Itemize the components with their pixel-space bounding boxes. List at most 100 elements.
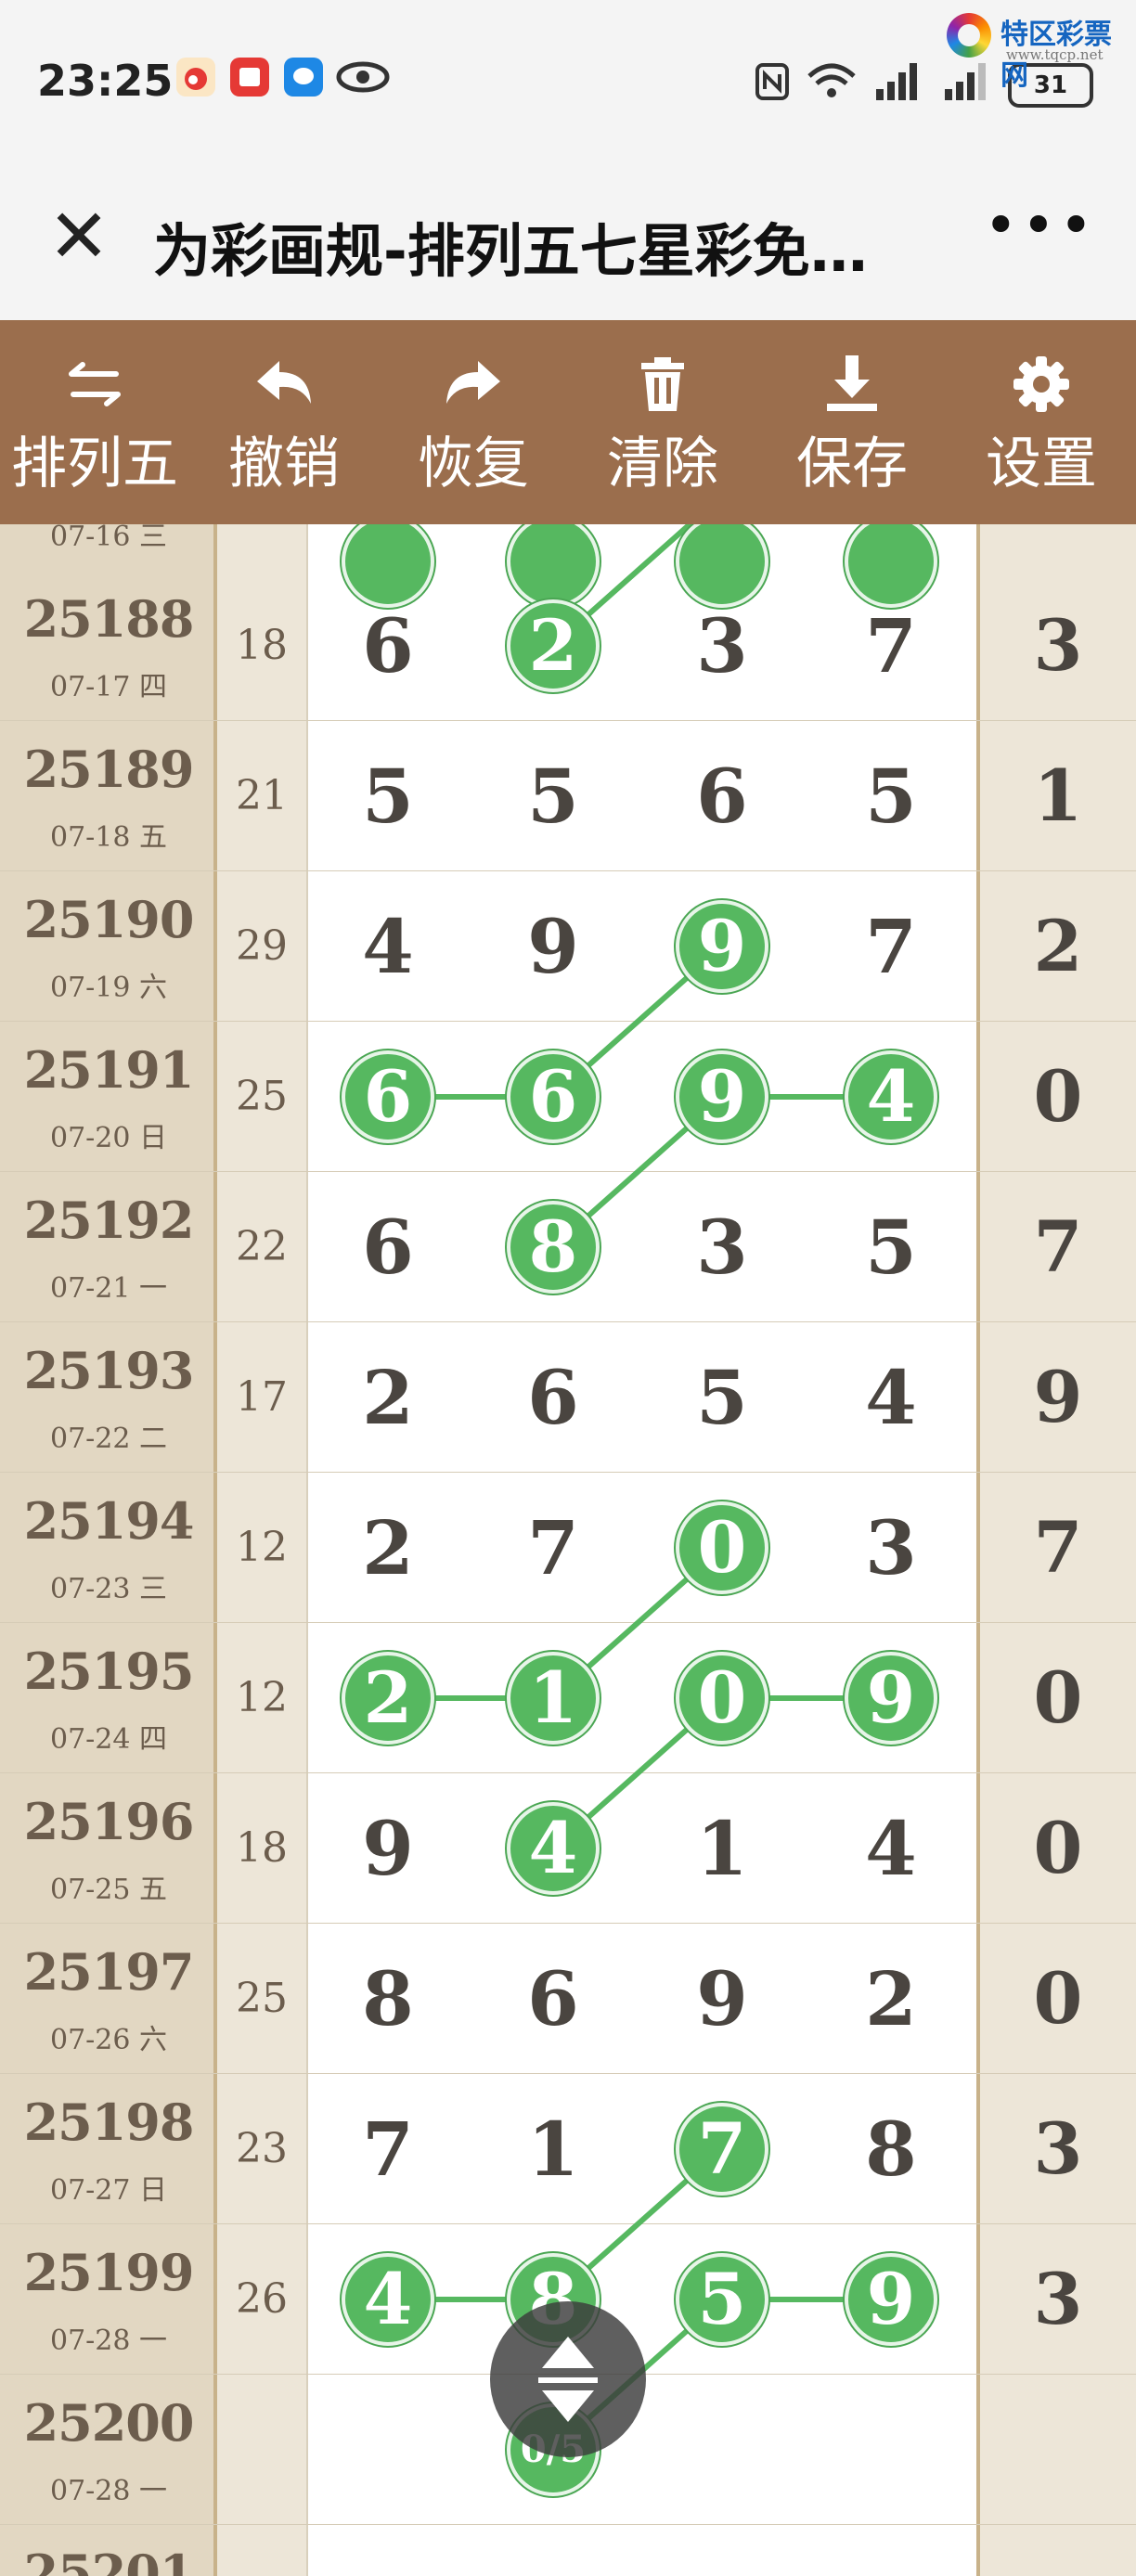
digit-cell[interactable]: 8: [845, 2103, 937, 2196]
gear-icon: [1013, 356, 1069, 412]
digit-cell[interactable]: 9: [507, 900, 600, 993]
issue-cell: 25201: [0, 2525, 217, 2576]
issue-number: 25199: [23, 2243, 195, 2302]
sum-cell: 12: [217, 1473, 308, 1623]
digit-cell[interactable]: 1: [676, 1802, 768, 1895]
toolbar-clear-label: 清除: [607, 431, 718, 496]
issue-number: 25197: [23, 1942, 195, 2002]
marked-ball[interactable]: 4: [342, 2253, 434, 2346]
last-digit-cell: 2: [976, 871, 1136, 1022]
issue-number: 25201: [23, 2544, 195, 2576]
draw-date: 07-22 二: [49, 1423, 168, 1455]
digit-cell[interactable]: 5: [507, 750, 600, 843]
scroll-toggle-button[interactable]: [490, 2301, 646, 2457]
marked-ball[interactable]: 2: [507, 599, 600, 692]
digit-cell[interactable]: 2: [845, 1952, 937, 2045]
digit-cell[interactable]: 7: [342, 2103, 434, 2196]
digit-cell[interactable]: 7: [845, 599, 937, 692]
issue-cell: 25199 07-28 一: [0, 2224, 217, 2375]
digit-cell[interactable]: 9: [342, 1802, 434, 1895]
marked-ball[interactable]: 8: [507, 1201, 600, 1294]
digit-cell[interactable]: 3: [845, 1501, 937, 1594]
digit-cell[interactable]: 6: [507, 1952, 600, 2045]
issue-cell: 25191 07-20 日: [0, 1022, 217, 1172]
issue-cell: 25192 07-21 一: [0, 1172, 217, 1322]
marked-ball[interactable]: 4: [507, 1802, 600, 1895]
watermark: 特区彩票网 www.tqcp.net: [947, 7, 1132, 92]
digit-cell[interactable]: 4: [845, 1802, 937, 1895]
marked-ball[interactable]: 0: [676, 1501, 768, 1594]
sum-cell: 22: [217, 1172, 308, 1322]
digit-cell[interactable]: 5: [845, 1201, 937, 1294]
digit-cell[interactable]: 5: [676, 1351, 768, 1444]
digit-cell[interactable]: 8: [342, 1952, 434, 2045]
last-digit-cell: 0: [976, 1623, 1136, 1773]
digit-cell[interactable]: 4: [845, 1351, 937, 1444]
digit-cell[interactable]: 6: [342, 1201, 434, 1294]
sum-cell: 25: [217, 1022, 308, 1172]
digit-cell[interactable]: 3: [676, 1201, 768, 1294]
draw-date: 07-16 三: [49, 524, 168, 553]
status-bar: 23:25 31 特区彩票网 www.tqcp.net: [0, 0, 1136, 167]
last-digit-cell: 9: [976, 1322, 1136, 1473]
toolbar-switch-button[interactable]: 排列五: [0, 320, 189, 524]
close-button[interactable]: ✕: [37, 195, 121, 278]
toolbar-settings-button[interactable]: 设置: [947, 320, 1136, 524]
swap-icon: [69, 362, 121, 406]
more-options-button[interactable]: •••: [984, 191, 1097, 259]
sum-cell: 18: [217, 1773, 308, 1924]
marked-ball[interactable]: 6: [342, 1050, 434, 1143]
digit-cell[interactable]: 6: [507, 1351, 600, 1444]
marked-ball[interactable]: 2: [342, 1652, 434, 1745]
app-notification-icon: [230, 58, 269, 97]
last-digit-cell: 3: [976, 571, 1136, 721]
marked-ball[interactable]: 1: [507, 1652, 600, 1745]
digit-cell[interactable]: 6: [676, 750, 768, 843]
marked-ball[interactable]: 9: [845, 2253, 937, 2346]
trash-icon: [641, 357, 684, 411]
watermark-url: www.tqcp.net: [1006, 46, 1104, 63]
digit-cell[interactable]: 5: [845, 750, 937, 843]
undo-icon: [257, 361, 311, 404]
last-digit-cell: [976, 2525, 1136, 2576]
digit-cell[interactable]: 4: [342, 900, 434, 993]
digit-cell[interactable]: 6: [342, 599, 434, 692]
toolbar-undo-button[interactable]: 撤销: [189, 320, 379, 524]
digits-cell: [308, 2525, 976, 2576]
digit-cell[interactable]: 2: [342, 1351, 434, 1444]
digit-cell[interactable]: 7: [507, 1501, 600, 1594]
issue-cell: 07-16 三: [0, 524, 217, 571]
status-time: 23:25: [37, 56, 174, 106]
toolbar-save-button[interactable]: 保存: [757, 320, 947, 524]
last-digit-cell: [976, 524, 1136, 571]
digit-cell[interactable]: 9: [676, 1952, 768, 2045]
toolbar-undo-label: 撤销: [228, 431, 340, 496]
marked-ball[interactable]: 9: [676, 900, 768, 993]
digit-cell[interactable]: 2: [342, 1501, 434, 1594]
issue-cell: 25190 07-19 六: [0, 871, 217, 1022]
marked-ball[interactable]: 7: [676, 2103, 768, 2196]
last-digit-cell: 7: [976, 1172, 1136, 1322]
issue-number: 25192: [23, 1191, 195, 1250]
last-digit-cell: 0: [976, 1924, 1136, 2074]
draw-date: 07-28 一: [49, 2475, 168, 2507]
marked-ball[interactable]: 0: [676, 1652, 768, 1745]
digit-cell[interactable]: 5: [342, 750, 434, 843]
draw-date: 07-25 五: [49, 1874, 168, 1906]
marked-ball[interactable]: 5: [676, 2253, 768, 2346]
digit-cell[interactable]: 3: [676, 599, 768, 692]
issue-number: 25195: [23, 1642, 195, 1701]
marked-ball[interactable]: 9: [845, 1652, 937, 1745]
sum-cell: [217, 2375, 308, 2525]
toolbar-clear-button[interactable]: 清除: [568, 320, 757, 524]
marked-ball[interactable]: 6: [507, 1050, 600, 1143]
scroll-up-down-icon: [538, 2337, 598, 2422]
digit-cell[interactable]: 7: [845, 900, 937, 993]
draw-date: 07-24 四: [49, 1723, 168, 1756]
toolbar-redo-button[interactable]: 恢复: [379, 320, 568, 524]
draw-date: 07-18 五: [49, 821, 168, 854]
draw-history-grid: 07-16 三 25188 07-17 四 18 3 6 2 3 7 25189 07-18 五 21…: [0, 524, 1136, 2576]
marked-ball[interactable]: 4: [845, 1050, 937, 1143]
marked-ball[interactable]: 9: [676, 1050, 768, 1143]
digit-cell[interactable]: 1: [507, 2103, 600, 2196]
